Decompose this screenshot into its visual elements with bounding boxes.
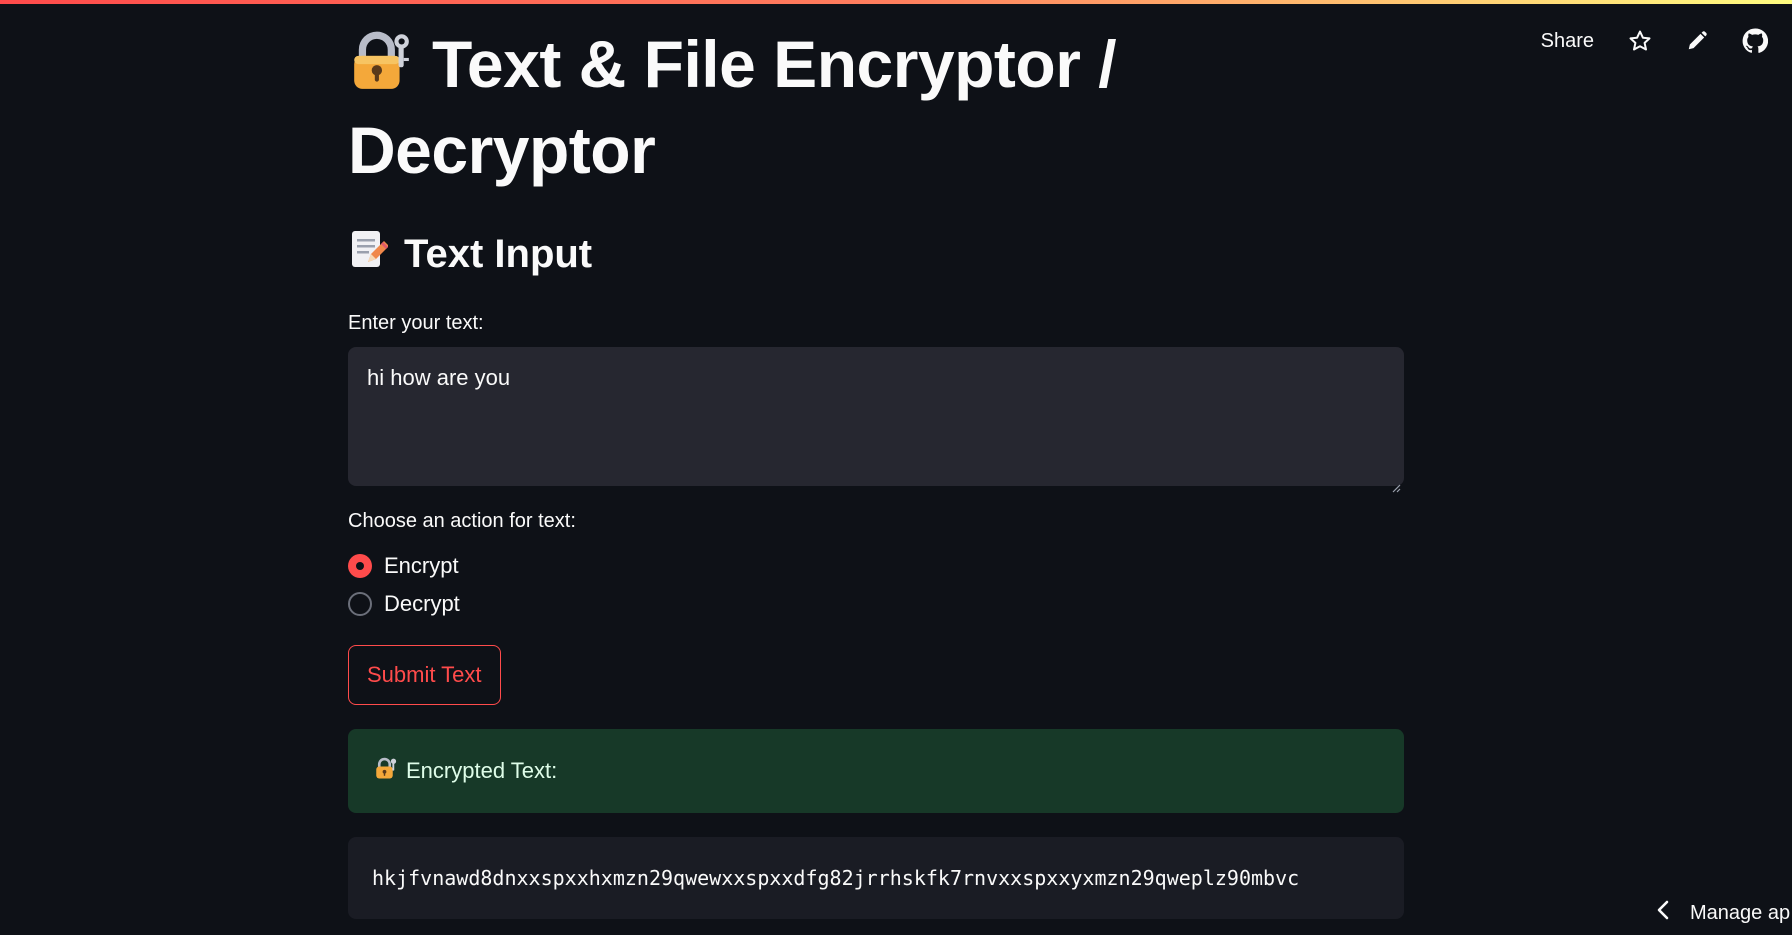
share-button[interactable]: Share [1541, 30, 1594, 53]
app-toolbar: Share [1541, 28, 1768, 54]
page-title: Text & File Encryptor / Decryptor [348, 24, 1404, 190]
memo-icon [348, 228, 389, 280]
manage-app-label: Manage ap [1690, 901, 1791, 924]
radio-option-label: Decrypt [384, 591, 460, 616]
main-content: Text & File Encryptor / Decryptor Text I… [348, 24, 1404, 919]
encrypted-output-text: hkjfvnawd8dnxxspxxhxmzn29qwewxxspxxdfg82… [372, 866, 1300, 890]
radio-option-label: Encrypt [384, 553, 459, 578]
text-input-field[interactable]: hi how are you [348, 347, 1404, 493]
top-decoration-stripe [0, 0, 1792, 4]
text-input-value: hi how are you [367, 365, 511, 390]
success-alert-text: Encrypted Text: [406, 758, 558, 783]
github-icon[interactable] [1742, 28, 1768, 54]
radio-unselected-icon[interactable] [348, 592, 372, 616]
text-input-heading-label: Text Input [404, 231, 593, 276]
text-input-heading: Text Input [348, 228, 1404, 280]
lock-with-key-icon [348, 27, 414, 110]
manage-app-button[interactable]: Manage ap [1656, 900, 1790, 926]
text-input-label: Enter your text: [348, 312, 484, 334]
page-title-text: Text & File Encryptor / Decryptor [348, 27, 1117, 187]
radio-selected-icon[interactable] [348, 554, 372, 578]
resize-handle-icon[interactable] [1391, 473, 1401, 493]
success-alert: Encrypted Text: [348, 729, 1404, 813]
radio-option-decrypt[interactable]: Decrypt [348, 585, 1404, 623]
pencil-icon[interactable] [1686, 30, 1708, 52]
chevron-left-icon [1656, 900, 1670, 926]
action-radio-label: Choose an action for text: [348, 510, 576, 532]
radio-option-encrypt[interactable]: Encrypt [348, 547, 1404, 585]
lock-with-key-icon [374, 756, 398, 786]
submit-text-button[interactable]: Submit Text [348, 645, 501, 705]
star-icon[interactable] [1628, 29, 1652, 53]
encrypted-output-code-block[interactable]: hkjfvnawd8dnxxspxxhxmzn29qwewxxspxxdfg82… [348, 837, 1404, 919]
action-radio-group: Encrypt Decrypt [348, 547, 1404, 623]
